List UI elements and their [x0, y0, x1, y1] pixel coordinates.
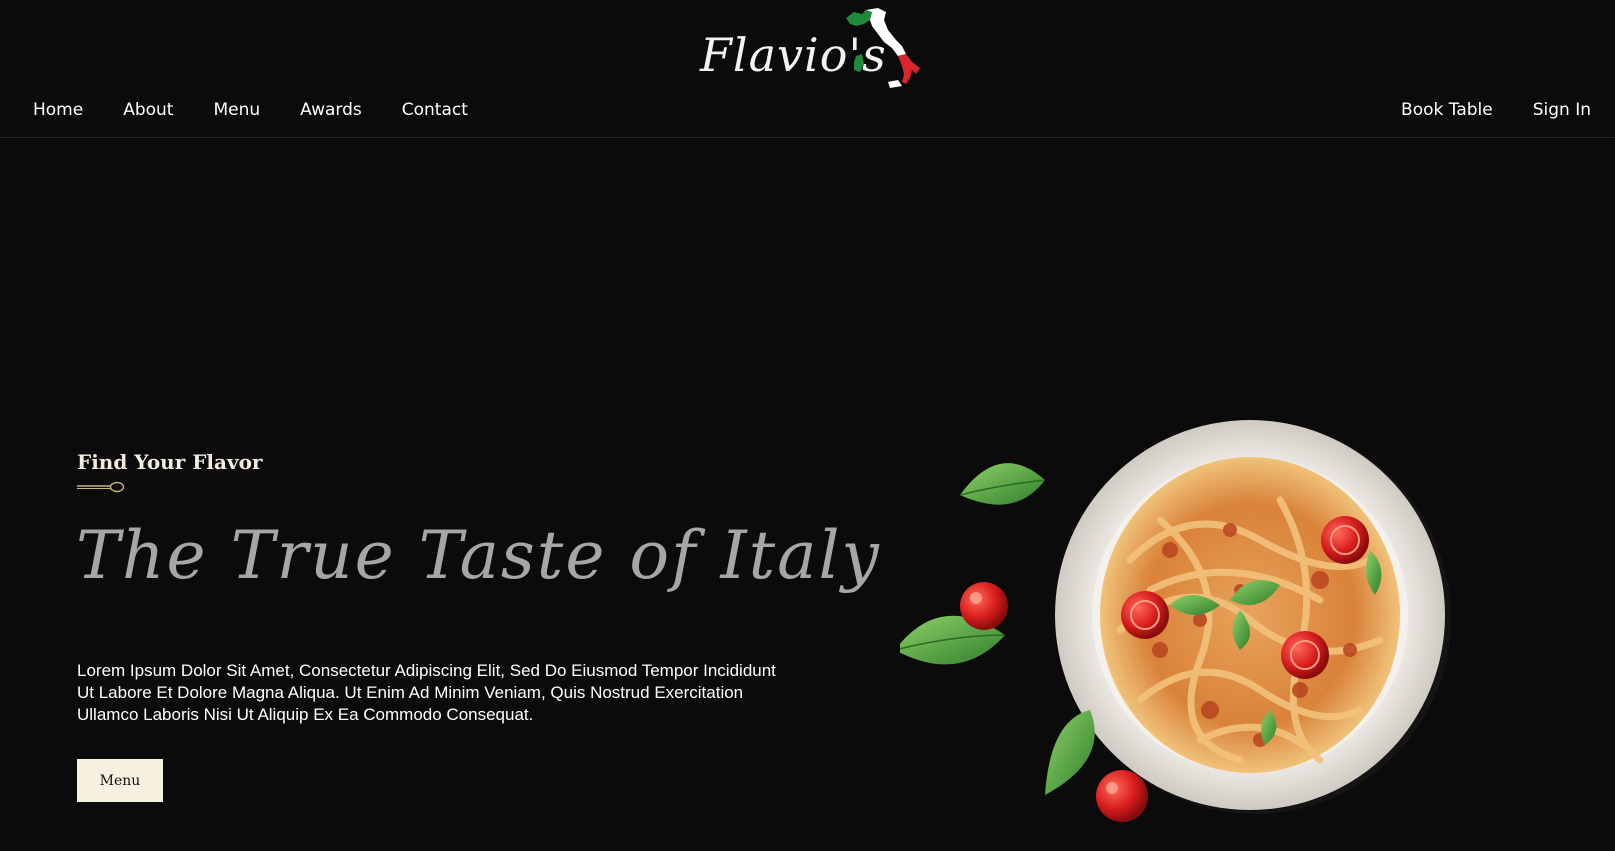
italy-map-icon [846, 8, 920, 88]
nav-book-table[interactable]: Book Table [1401, 98, 1493, 122]
spoon-icon [77, 481, 125, 493]
menu-button[interactable]: Menu [77, 759, 163, 802]
secondary-nav: Book Table Sign In [1361, 98, 1591, 122]
nav-home[interactable]: Home [33, 98, 83, 122]
nav-about[interactable]: About [123, 98, 173, 122]
hero-title: The True Taste of Italy [76, 517, 881, 594]
brand-logo[interactable]: Flavio's [700, 8, 930, 90]
nav-contact[interactable]: Contact [402, 98, 468, 122]
nav-awards[interactable]: Awards [300, 98, 362, 122]
nav-menu[interactable]: Menu [213, 98, 260, 122]
pasta-dish-image [900, 420, 1451, 822]
site-header: Flavio's Home About Menu Awards Contact … [0, 0, 1615, 138]
primary-nav: Home About Menu Awards Contact [33, 98, 508, 122]
hero-description: Lorem Ipsum Dolor Sit Amet, Consectetur … [77, 661, 776, 724]
hero-eyebrow: Find Your Flavor [77, 450, 263, 474]
nav-sign-in[interactable]: Sign In [1533, 98, 1591, 122]
